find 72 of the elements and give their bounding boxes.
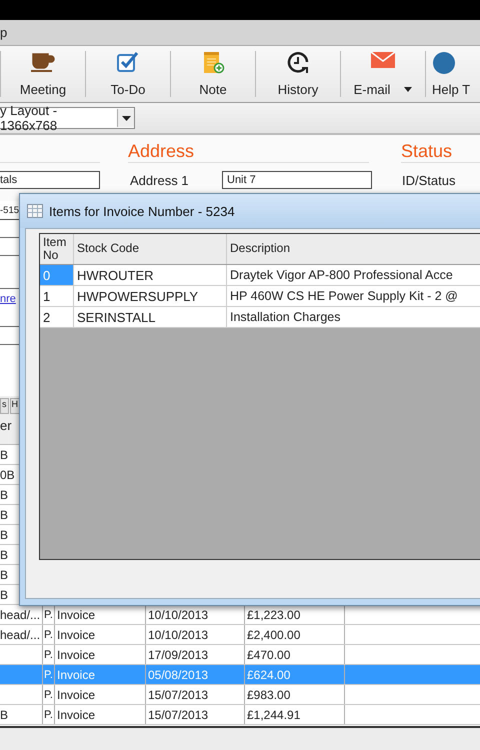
table-cell: 10/10/2013 [148, 628, 208, 642]
table-icon [27, 204, 43, 218]
table-cell: P. [44, 648, 53, 660]
table-cell: head/... [0, 608, 40, 622]
table-cell: Invoice [57, 608, 96, 622]
menu-item[interactable]: p [0, 25, 10, 40]
table-cell: £1,244.91 [247, 708, 300, 722]
coffee-cup-icon [30, 51, 56, 73]
table-cell: £983.00 [247, 688, 290, 702]
table-cell: Invoice [57, 648, 96, 662]
table-cell: 10/10/2013 [148, 608, 208, 622]
table-cell: 17/09/2013 [148, 648, 208, 662]
section-heading: Address [128, 141, 194, 161]
grid-cell: HWROUTER [74, 265, 227, 285]
column-header: Stock Code [74, 234, 227, 264]
column-header: er [0, 417, 13, 435]
table-cell: P. [44, 608, 53, 620]
table-cell: 05/08/2013 [148, 668, 208, 682]
grid-cell: HP 460W CS HE Power Supply Kit - 2 @ [227, 286, 480, 306]
tab[interactable]: H [10, 398, 20, 414]
table-cell: Invoice [57, 668, 96, 682]
table-cell: 0B [0, 468, 15, 482]
toolbar-button[interactable]: To-Do [86, 51, 171, 97]
layout-dropdown[interactable]: y Layout - 1366x768 [0, 107, 135, 129]
table-cell: P. [44, 668, 53, 680]
table-cell: B [0, 568, 8, 582]
email-link[interactable]: nre [0, 289, 20, 309]
table-cell: P. [44, 628, 53, 640]
grid-cell: Draytek Vigor AP-800 Professional Acce [227, 265, 480, 285]
table-cell: Invoice [57, 628, 96, 642]
toolbar-button[interactable]: Meeting [1, 51, 86, 97]
section-heading: Status [401, 141, 452, 161]
field-label: Address 1 [130, 172, 190, 188]
table-cell: £1,223.00 [247, 608, 300, 622]
caret-icon [122, 116, 131, 120]
table-cell: B [0, 548, 8, 562]
field-label: ID/Status [402, 172, 456, 188]
name-field[interactable]: tals [0, 171, 100, 189]
dialog-title: Items for Invoice Number - 5234 [49, 204, 235, 218]
table-cell: B [0, 448, 8, 462]
table-cell: P. [44, 708, 53, 720]
column-header: Item No [40, 234, 74, 264]
table-cell: B [0, 508, 8, 522]
toolbar-button[interactable]: E-mail [341, 51, 426, 97]
note-add-icon [201, 51, 225, 75]
table-cell: £470.00 [247, 648, 290, 662]
toolbar-button[interactable]: Help T [426, 51, 480, 97]
clock-icon [286, 51, 310, 75]
grid-cell: SERINSTALL [74, 307, 227, 327]
toolbar-button[interactable]: History [256, 51, 341, 97]
table-cell: 15/07/2013 [148, 688, 208, 702]
table-cell: B [0, 708, 8, 722]
table-cell: Invoice [57, 708, 96, 722]
tab[interactable]: s [0, 398, 8, 414]
table-cell: £624.00 [247, 668, 290, 682]
checkbox-icon [116, 51, 140, 73]
column-header: Description [227, 234, 480, 264]
table-cell: 15/07/2013 [148, 708, 208, 722]
grid-cell: Installation Charges [227, 307, 480, 327]
grid-cell: HWPOWERSUPPLY [74, 286, 227, 306]
grid-cell[interactable]: 1 [40, 286, 74, 306]
table-cell: B [0, 488, 8, 502]
toolbar-button[interactable]: Note [171, 51, 256, 97]
address-field[interactable]: Unit 7 [222, 171, 372, 189]
envelope-icon [370, 51, 396, 69]
table-cell: £2,400.00 [247, 628, 300, 642]
table-cell: B [0, 588, 8, 602]
table-cell: B [0, 528, 8, 542]
grid-cell[interactable]: 2 [40, 307, 74, 327]
table-cell: head/... [0, 628, 40, 642]
table-cell: P. [44, 688, 53, 700]
table-cell: Invoice [57, 688, 96, 702]
